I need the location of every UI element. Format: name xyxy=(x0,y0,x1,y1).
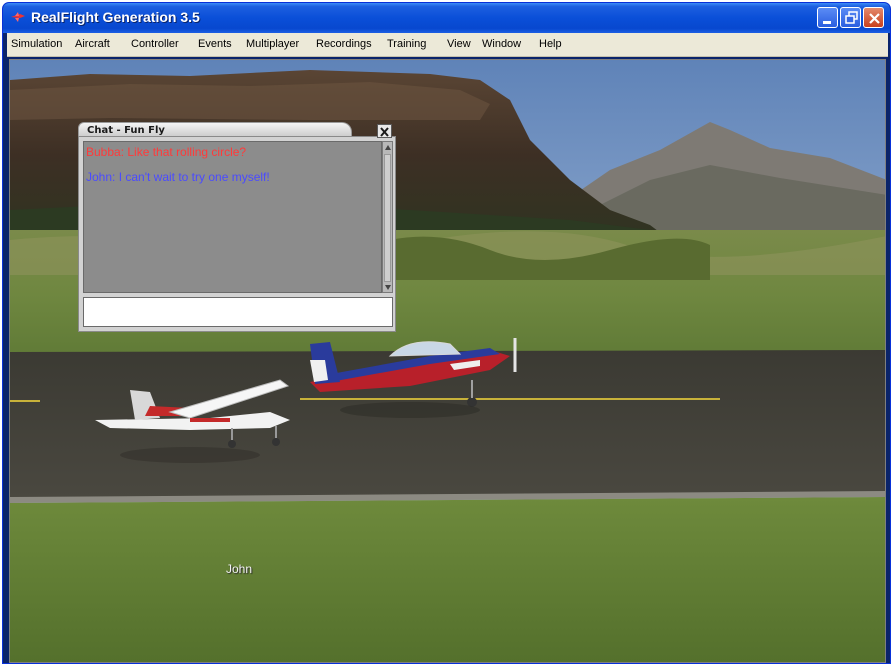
menu-aircraft[interactable]: Aircraft xyxy=(75,38,110,50)
menu-view[interactable]: View xyxy=(447,38,471,50)
app-window: RealFlight Generation 3.5 Simulation Air… xyxy=(2,2,891,664)
restore-button[interactable] xyxy=(840,7,861,28)
menu-window[interactable]: Window xyxy=(482,38,521,50)
menu-multiplayer[interactable]: Multiplayer xyxy=(246,38,299,50)
chat-log: Bubba: Like that rolling circle? John: I… xyxy=(83,141,382,293)
chat-close-button[interactable] xyxy=(377,124,392,138)
scroll-up-icon[interactable] xyxy=(385,145,391,151)
menu-help[interactable]: Help xyxy=(539,38,562,50)
minimize-icon xyxy=(823,21,831,24)
chat-message: John: I can't wait to try one myself! xyxy=(86,170,270,184)
chat-scrollbar[interactable] xyxy=(382,141,393,293)
menu-simulation[interactable]: Simulation xyxy=(11,38,62,50)
chat-window: Chat - Fun Fly Bubba: Like that rolling … xyxy=(78,122,396,332)
menu-bar: Simulation Aircraft Controller Events Mu… xyxy=(7,33,888,57)
chat-title: Chat - Fun Fly xyxy=(87,125,165,136)
scroll-thumb[interactable] xyxy=(384,154,391,282)
chat-frame: Bubba: Like that rolling circle? John: I… xyxy=(78,136,396,332)
menu-training[interactable]: Training xyxy=(387,38,426,50)
menu-controller[interactable]: Controller xyxy=(131,38,179,50)
menu-recordings[interactable]: Recordings xyxy=(316,38,372,50)
menu-events[interactable]: Events xyxy=(198,38,232,50)
restore-icon xyxy=(845,11,858,24)
window-title: RealFlight Generation 3.5 xyxy=(31,9,200,25)
close-button[interactable] xyxy=(863,7,884,28)
player-name-label: John xyxy=(226,562,253,576)
title-bar[interactable]: RealFlight Generation 3.5 xyxy=(3,3,890,33)
close-icon xyxy=(380,127,389,137)
scroll-down-icon[interactable] xyxy=(385,284,391,290)
close-icon xyxy=(869,13,880,24)
minimize-button[interactable] xyxy=(817,7,838,28)
flight-view[interactable]: John Chat - Fun Fly Bubba: Like that rol… xyxy=(9,59,886,663)
app-icon xyxy=(11,12,25,22)
chat-input[interactable] xyxy=(83,297,393,327)
chat-message: Bubba: Like that rolling circle? xyxy=(86,145,247,159)
